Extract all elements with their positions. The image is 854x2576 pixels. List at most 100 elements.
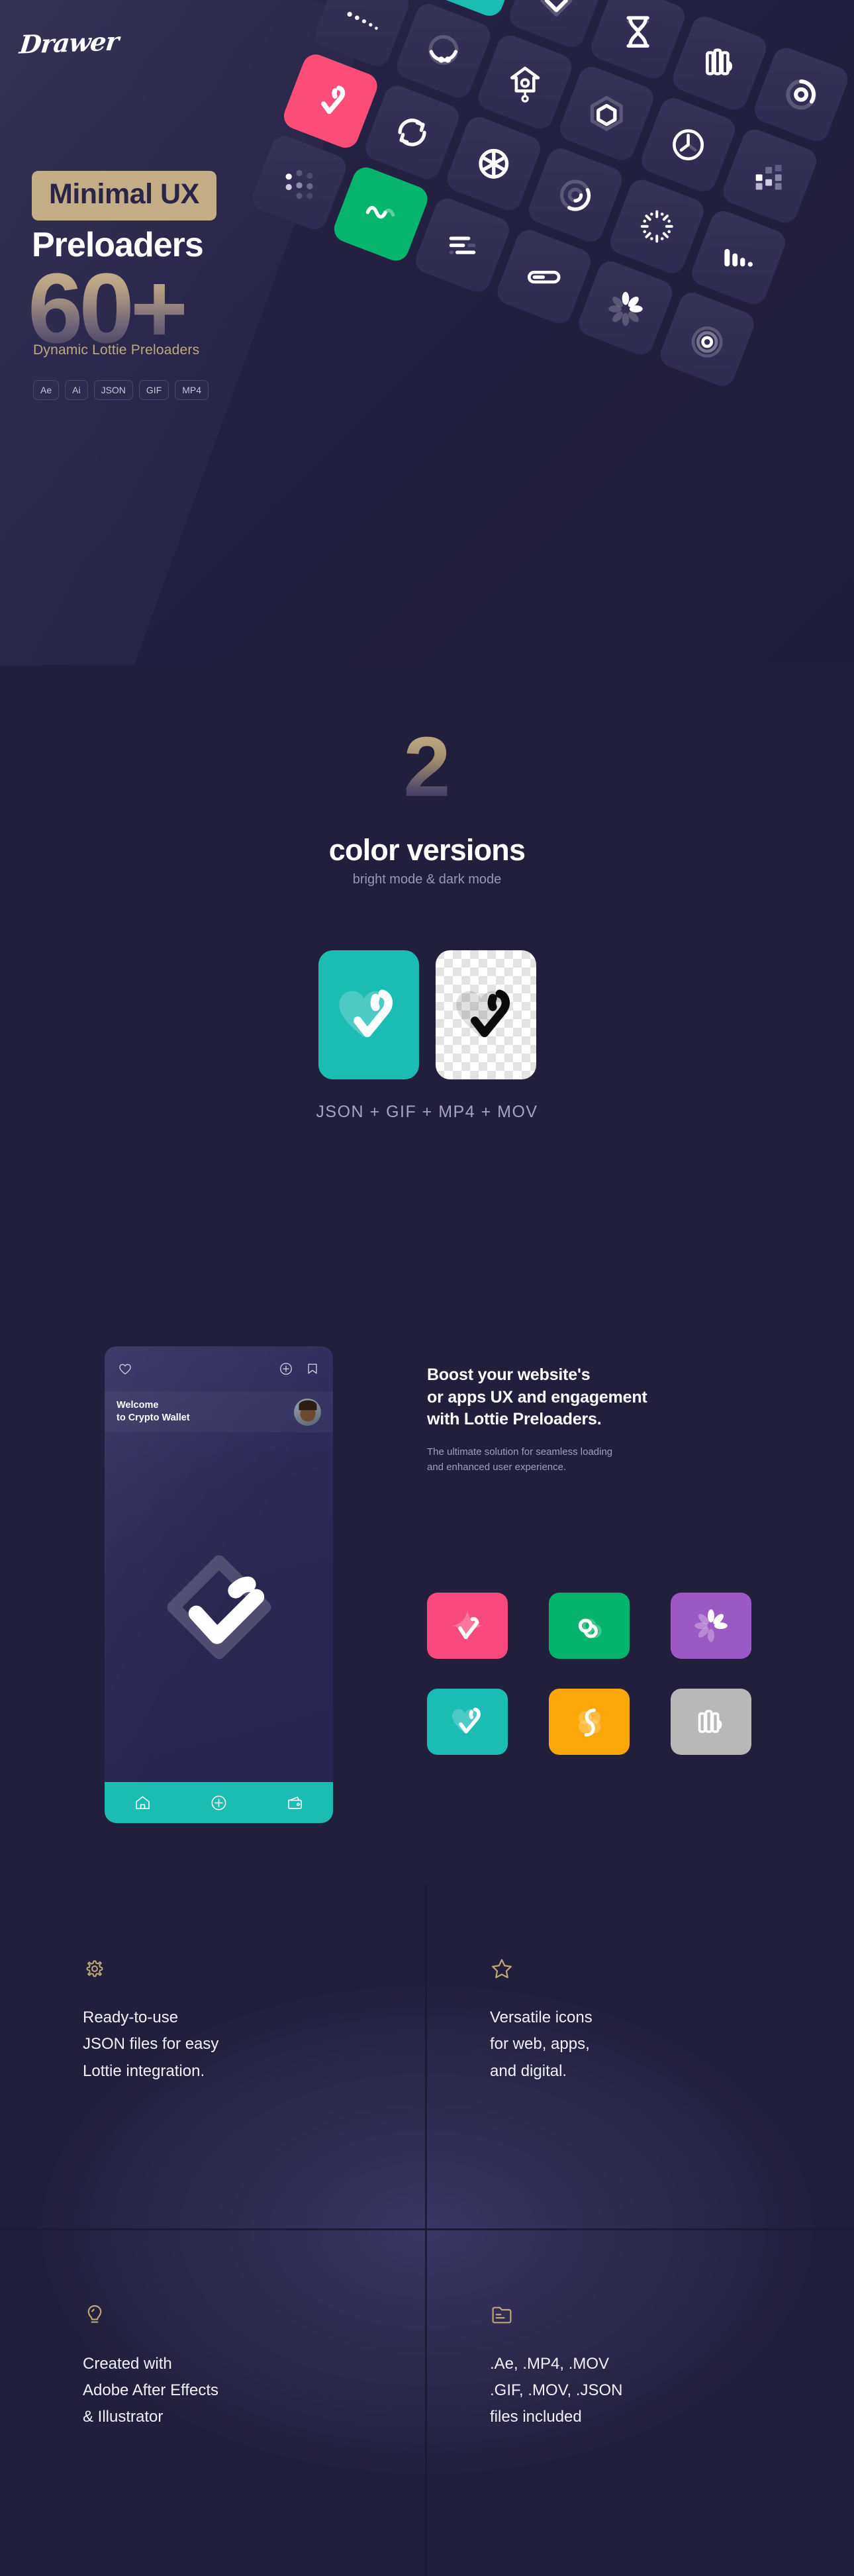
feature-cell: .Ae, .MP4, .MOV .GIF, .MOV, .JSON files in… <box>427 2230 854 2576</box>
aperture-icon <box>479 148 509 179</box>
preloader-tile[interactable] <box>427 1593 508 1659</box>
boost-heading-line: or apps UX and engagement <box>427 1387 647 1407</box>
feature-text: Versatile icons for web, apps, and digital… <box>490 2005 854 2085</box>
icon-grid-cell[interactable] <box>719 125 821 227</box>
wallet-icon[interactable] <box>286 1794 304 1812</box>
boost-heading-line: with Lottie Preloaders. <box>427 1410 602 1428</box>
refresh-arrows-icon <box>398 119 426 146</box>
phone-top-bar <box>105 1346 333 1391</box>
feature-cell: Ready-to-use JSON files for easy Lottie in… <box>0 1884 427 2230</box>
flower-icon <box>694 1609 728 1642</box>
feature-text-line: .Ae, .MP4, .MOV <box>490 2354 610 2373</box>
formats-text: JSON + GIF + MP4 + MOV <box>316 1103 538 1121</box>
boost-copy: Boost your website's or apps UX and engag… <box>427 1364 811 1475</box>
sparkle-icon <box>451 1610 483 1642</box>
preloader-count-subtitle: Dynamic Lottie Preloaders <box>33 342 200 358</box>
icon-grid <box>248 0 854 454</box>
avatar[interactable] <box>294 1398 321 1426</box>
hero-section: Drawer Minimal UX Preloaders 60+ Dynamic… <box>0 0 854 666</box>
versions-subtitle: bright mode & dark mode <box>352 872 502 887</box>
squares-grid-icon <box>755 164 782 190</box>
format-tag[interactable]: GIF <box>138 380 169 400</box>
heart-loader-icon <box>455 989 510 1037</box>
swatch-bright-mode[interactable] <box>318 950 419 1079</box>
heart-icon[interactable] <box>118 1362 132 1376</box>
features-section: Ready-to-use JSON files for easy Lottie in… <box>0 1884 854 2576</box>
icon-grid-cell[interactable] <box>474 31 576 133</box>
brand-logo[interactable]: Drawer <box>18 26 120 59</box>
plus-circle-icon[interactable] <box>210 1794 228 1812</box>
icon-grid-cell[interactable] <box>330 164 432 265</box>
phone-welcome-text: Welcome to Crypto Wallet <box>117 1399 190 1424</box>
boost-paragraph-line: The ultimate solution for seamless loadi… <box>427 1446 613 1458</box>
wave-line-icon <box>365 206 395 219</box>
color-versions-section: 2 color versions bright mode & dark mode <box>0 666 854 1301</box>
boost-heading-line: Boost your website's <box>427 1365 591 1384</box>
icon-grid-cell[interactable] <box>412 195 513 296</box>
feature-text-line: Created with <box>83 2354 172 2373</box>
boost-paragraph-line: and enhanced user experience. <box>427 1461 567 1473</box>
avatar-hair <box>299 1400 316 1411</box>
phone-bottom-nav <box>105 1782 333 1823</box>
boost-paragraph: The ultimate solution for seamless loadi… <box>427 1444 811 1475</box>
heart-icon <box>452 1707 481 1734</box>
bars-icon <box>698 1710 722 1733</box>
diamond-check-loader-icon <box>167 1555 271 1660</box>
icon-grid-cell[interactable] <box>443 113 545 215</box>
format-tag[interactable]: JSON <box>93 380 133 400</box>
icon-grid-cell[interactable] <box>656 289 758 390</box>
feature-text-line: .GIF, .MOV, .JSON <box>490 2381 623 2399</box>
preloader-tile[interactable] <box>427 1689 508 1755</box>
phone-mockup: Welcome to Crypto Wallet <box>105 1346 333 1823</box>
preloader-tile[interactable] <box>671 1593 751 1659</box>
dots-matrix-icon <box>285 170 313 199</box>
pill-progress-icon <box>527 270 561 284</box>
swatch-row <box>0 950 854 1079</box>
feature-text-line: Versatile icons <box>490 2008 593 2026</box>
preloader-tile[interactable] <box>549 1593 630 1659</box>
ring-progress-icon <box>786 79 816 110</box>
clock-icon <box>673 129 704 161</box>
icon-grid-cell[interactable] <box>248 132 350 234</box>
double-ring-icon <box>559 179 591 211</box>
versions-count: 2 <box>0 725 854 810</box>
flower-burst-icon <box>608 291 643 326</box>
bars-fade-icon <box>724 249 753 267</box>
preloader-tile[interactable] <box>671 1689 751 1755</box>
swatch-dark-mode[interactable] <box>435 950 536 1079</box>
feature-text-line: for web, apps, <box>490 2035 590 2054</box>
dots-trail-icon <box>347 11 378 30</box>
plus-circle-icon[interactable] <box>279 1362 293 1376</box>
radar-circle-icon <box>691 326 723 358</box>
format-tag[interactable]: Ai <box>65 380 88 400</box>
icon-grid-cell[interactable] <box>688 207 789 309</box>
icon-grid-cell[interactable] <box>361 81 463 183</box>
phone-top-right-icons <box>279 1362 320 1376</box>
feature-text-line: & Illustrator <box>83 2408 164 2426</box>
versions-title: color versions <box>328 833 526 867</box>
boost-section: Welcome to Crypto Wallet Boost your webs… <box>0 1301 854 1884</box>
icon-grid-cell[interactable] <box>606 175 708 277</box>
lines-list-icon <box>449 236 476 254</box>
icon-grid-cell[interactable] <box>493 226 594 328</box>
feature-icon-wrap <box>490 2303 514 2327</box>
format-tag[interactable]: Ae <box>33 380 60 400</box>
diamond-outline-icon <box>540 0 573 17</box>
preloader-tile[interactable] <box>549 1689 630 1755</box>
icon-grid-cell[interactable] <box>556 63 657 164</box>
icon-grid-cell[interactable] <box>393 0 495 101</box>
icon-grid-cell[interactable] <box>669 13 771 114</box>
icon-grid-cell[interactable] <box>280 50 381 152</box>
feature-cell: Versatile icons for web, apps, and digital… <box>427 1884 854 2230</box>
features-grid: Ready-to-use JSON files for easy Lottie in… <box>0 1884 854 2576</box>
icon-grid-cell[interactable] <box>524 144 626 246</box>
feature-icon-wrap <box>83 1957 107 1981</box>
icon-grid-cell[interactable] <box>575 257 677 359</box>
folder-icon <box>492 2306 512 2323</box>
bookmark-icon[interactable] <box>305 1362 320 1376</box>
icon-grid-cell[interactable] <box>638 94 739 195</box>
home-icon[interactable] <box>134 1794 152 1812</box>
feature-text-line: files included <box>490 2408 582 2426</box>
feature-cell: Created with Adobe After Effects & Illustr… <box>0 2230 427 2576</box>
icon-grid-cell[interactable] <box>750 44 852 145</box>
